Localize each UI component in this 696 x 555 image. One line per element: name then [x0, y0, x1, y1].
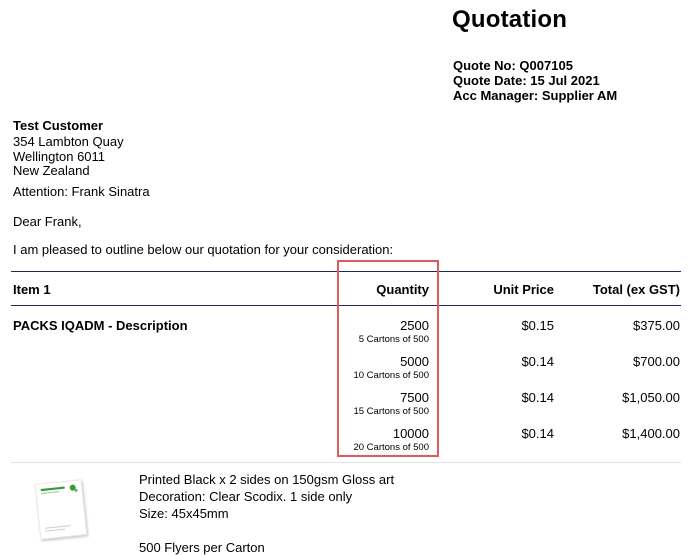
product-spec-line: Size: 45x45mm [139, 506, 229, 521]
account-manager: Acc Manager: Supplier AM [453, 88, 618, 103]
address-line: New Zealand [13, 163, 90, 178]
product-spec-line: Printed Black x 2 sides on 150gsm Gloss … [139, 472, 395, 487]
quote-date: Quote Date: 15 Jul 2021 [453, 73, 600, 88]
row-unit-price: $0.14 [521, 426, 554, 441]
greeting: Dear Frank, [13, 214, 82, 229]
row-total: $375.00 [633, 318, 680, 333]
row-unit-price: $0.14 [521, 390, 554, 405]
header-item: Item 1 [13, 282, 51, 297]
address-line: Wellington 6011 [13, 149, 106, 164]
quote-number: Quote No: Q007105 [453, 58, 573, 73]
row-total: $700.00 [633, 354, 680, 369]
quantity-highlight-box [337, 260, 439, 457]
item-description: PACKS IQADM - Description [13, 318, 188, 333]
header-unit-price: Unit Price [493, 282, 554, 297]
row-total: $1,050.00 [622, 390, 680, 405]
row-total: $1,400.00 [622, 426, 680, 441]
row-unit-price: $0.14 [521, 354, 554, 369]
intro-text: I am pleased to outline below our quotat… [13, 242, 394, 257]
attention-line: Attention: Frank Sinatra [13, 184, 150, 199]
product-thumbnail-image [34, 479, 88, 540]
document-title: Quotation [452, 6, 568, 33]
table-bottom-rule [11, 462, 681, 463]
row-unit-price: $0.15 [521, 318, 554, 333]
address-line: 354 Lambton Quay [13, 134, 124, 149]
product-spec-line: Decoration: Clear Scodix. 1 side only [139, 489, 353, 504]
header-total: Total (ex GST) [592, 282, 680, 297]
customer-name: Test Customer [13, 118, 104, 133]
